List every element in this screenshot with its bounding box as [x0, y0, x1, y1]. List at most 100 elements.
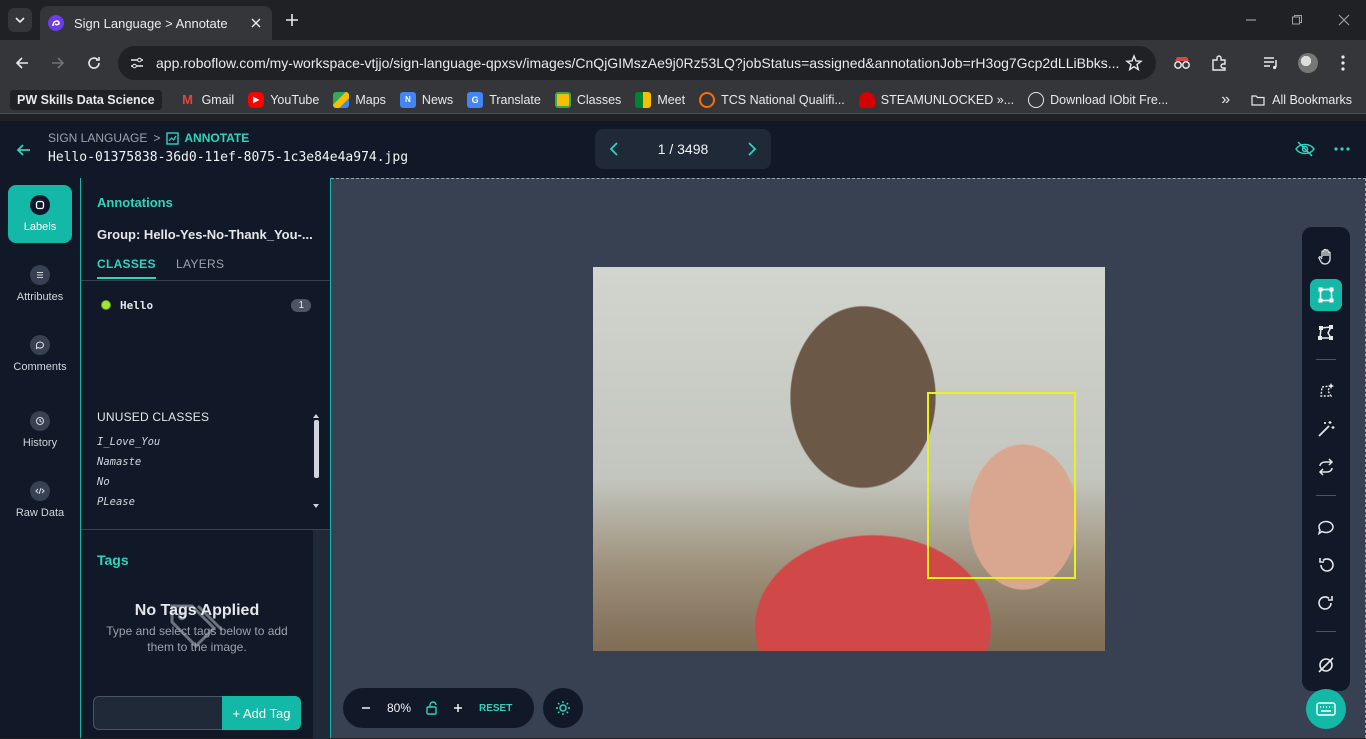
- unused-class-item[interactable]: I_Love_You: [97, 436, 160, 456]
- unused-classes-scrollbar[interactable]: [313, 414, 319, 510]
- class-row[interactable]: Hello 1: [101, 296, 311, 314]
- annotation-canvas[interactable]: 80% RESET: [331, 178, 1366, 738]
- bookmark-steamunlocked[interactable]: STEAMUNLOCKED »...: [858, 91, 1014, 108]
- add-tag-button[interactable]: + Add Tag: [222, 696, 301, 730]
- incognito-extension-icon[interactable]: [1170, 51, 1194, 75]
- hide-annotations-button[interactable]: [1295, 139, 1315, 159]
- bookmark-translate[interactable]: G Translate: [467, 91, 541, 108]
- rail-labels[interactable]: Labels: [8, 185, 72, 243]
- polygon-tool[interactable]: [1310, 317, 1342, 349]
- maps-icon: [333, 91, 350, 108]
- class-name: Hello: [120, 298, 154, 312]
- bookmark-maps[interactable]: Maps: [333, 91, 386, 108]
- app-header: SIGN LANGUAGE > ANNOTATE Hello-01375838-…: [0, 121, 1366, 178]
- unused-class-item[interactable]: Namaste: [97, 456, 160, 476]
- classroom-icon: [554, 91, 571, 108]
- new-tab-button[interactable]: [282, 10, 302, 30]
- steamunlocked-icon: [858, 91, 875, 108]
- pan-tool[interactable]: [1310, 241, 1342, 273]
- scroll-thumb[interactable]: [314, 420, 319, 478]
- unused-classes-list: I_Love_You Namaste No PLease: [97, 436, 160, 516]
- brightness-button[interactable]: [543, 688, 583, 728]
- image-counter: 1 / 3498: [657, 141, 709, 157]
- null-annotation-tool[interactable]: [1310, 649, 1342, 681]
- unused-class-item[interactable]: No: [97, 476, 160, 496]
- bookmark-label: Meet: [657, 92, 686, 107]
- redo-button[interactable]: [1310, 587, 1342, 619]
- tags-section: Tags No Tags Applied Type and select tag…: [81, 529, 330, 739]
- breadcrumb-active: ANNOTATE: [166, 131, 249, 145]
- browser-menu-icon[interactable]: [1331, 51, 1355, 75]
- keyboard-shortcuts-button[interactable]: [1306, 689, 1346, 729]
- bookmark-tcs[interactable]: TCS National Qualifi...: [699, 91, 845, 108]
- tab-layers[interactable]: LAYERS: [176, 257, 224, 271]
- minimize-icon: [1246, 19, 1256, 21]
- class-count-badge: 1: [291, 298, 311, 312]
- magic-wand-icon: [1318, 421, 1335, 437]
- rail-comments[interactable]: Comments: [8, 325, 72, 383]
- reload-button[interactable]: [82, 51, 106, 75]
- more-options-button[interactable]: [1332, 139, 1352, 159]
- unused-class-item[interactable]: PLease: [97, 496, 160, 516]
- rail-attributes[interactable]: Attributes: [8, 255, 72, 313]
- comment-tool[interactable]: [1310, 511, 1342, 543]
- tag-input[interactable]: [93, 696, 223, 730]
- gmail-icon: M: [182, 92, 193, 107]
- undo-icon: [1319, 558, 1334, 572]
- bookmark-label: Classes: [576, 92, 622, 107]
- zoom-out-button[interactable]: [353, 703, 379, 713]
- address-bar[interactable]: app.roboflow.com/my-workspace-vtjjo/sign…: [118, 46, 1156, 80]
- profile-avatar[interactable]: [1296, 51, 1320, 75]
- bookmarks-overflow-button[interactable]: »: [1221, 91, 1230, 109]
- bookmark-iobit[interactable]: Download IObit Fre...: [1028, 91, 1168, 108]
- unused-classes-title: UNUSED CLASSES: [97, 410, 210, 424]
- restore-button[interactable]: [1287, 10, 1307, 30]
- undo-button[interactable]: [1310, 549, 1342, 581]
- smart-polygon-tool[interactable]: [1310, 375, 1342, 407]
- zoom-in-button[interactable]: [445, 703, 471, 713]
- close-window-button[interactable]: [1334, 10, 1354, 30]
- tags-scrollbar[interactable]: [313, 530, 330, 739]
- chevron-down-icon: [15, 17, 25, 24]
- globe-icon: [1028, 91, 1045, 108]
- zoom-reset-button[interactable]: RESET: [479, 703, 512, 714]
- breadcrumb-project[interactable]: SIGN LANGUAGE: [48, 131, 147, 145]
- back-to-project-button[interactable]: [14, 140, 34, 160]
- minus-icon: [362, 707, 370, 709]
- youtube-icon: ▶: [248, 91, 265, 108]
- arrow-right-icon: [52, 57, 65, 69]
- bookmark-meet[interactable]: Meet: [635, 91, 686, 108]
- all-bookmarks-button[interactable]: All Bookmarks: [1250, 92, 1352, 108]
- bounding-box-tool[interactable]: [1310, 279, 1342, 311]
- repeat-previous-tool[interactable]: [1310, 451, 1342, 483]
- bookmark-youtube[interactable]: ▶ YouTube: [248, 91, 319, 108]
- tab-search-button[interactable]: [8, 8, 32, 32]
- bookmark-gmail[interactable]: M Gmail: [180, 92, 234, 108]
- rail-history[interactable]: History: [8, 401, 72, 459]
- extensions-icon[interactable]: [1207, 51, 1231, 75]
- next-image-button[interactable]: [747, 142, 757, 156]
- bookmark-news[interactable]: N News: [399, 91, 453, 108]
- tab-close-icon[interactable]: [248, 15, 264, 31]
- browser-tab-active[interactable]: Sign Language > Annotate: [40, 6, 272, 40]
- rail-raw-data[interactable]: Raw Data: [8, 471, 72, 529]
- previous-image-button[interactable]: [609, 142, 619, 156]
- bookmark-classes[interactable]: Classes: [554, 91, 622, 108]
- forward-button[interactable]: [46, 51, 70, 75]
- bookmark-star-icon[interactable]: [1120, 49, 1148, 77]
- chevron-right-icon: [748, 142, 757, 156]
- back-button[interactable]: [10, 51, 34, 75]
- bounding-box-hello[interactable]: [927, 392, 1076, 579]
- bookmark-pw-skills[interactable]: PW Skills Data Science: [10, 89, 162, 110]
- site-info-icon[interactable]: [122, 48, 152, 78]
- zoom-lock-button[interactable]: [419, 701, 445, 715]
- panel-tabs: CLASSES LAYERS: [81, 254, 330, 281]
- null-icon: [1318, 657, 1334, 673]
- minimize-button[interactable]: [1241, 10, 1261, 30]
- all-bookmarks-label: All Bookmarks: [1272, 92, 1352, 107]
- annotated-image[interactable]: [593, 267, 1105, 651]
- translate-icon: G: [467, 91, 484, 108]
- tab-classes[interactable]: CLASSES: [97, 257, 156, 279]
- magic-wand-tool[interactable]: [1310, 413, 1342, 445]
- media-controls-icon[interactable]: [1259, 51, 1283, 75]
